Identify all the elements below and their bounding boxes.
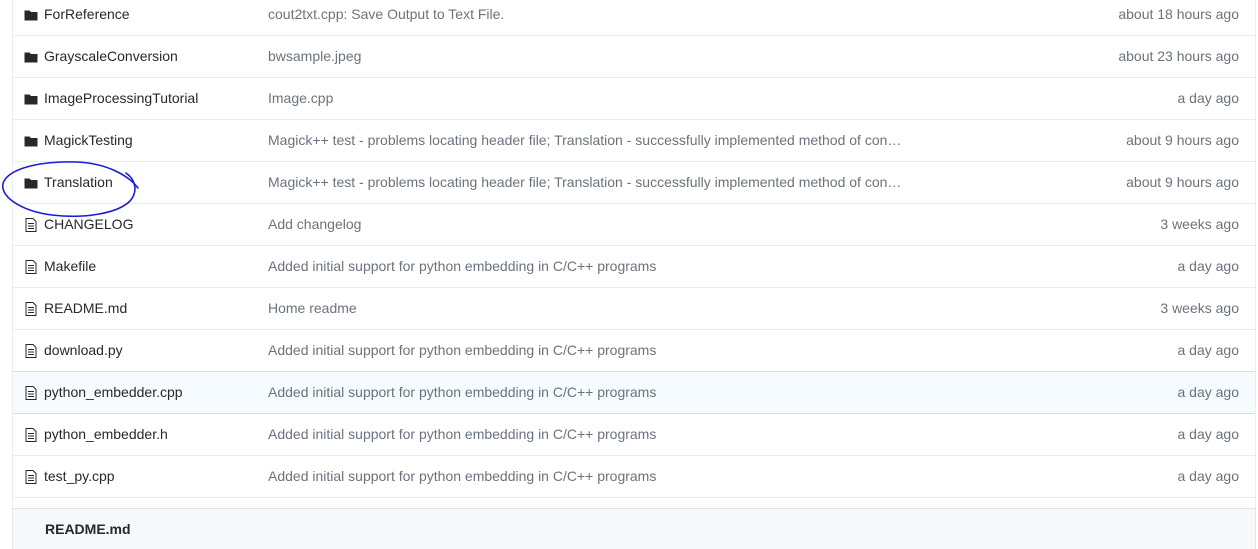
file-row[interactable]: README.md Home readme 3 weeks ago — [13, 287, 1255, 329]
file-link[interactable]: python_embedder.h — [44, 426, 168, 442]
folder-row[interactable]: Translation Magick++ test - problems loca… — [13, 161, 1255, 203]
folder-row[interactable]: ImageProcessingTutorial Image.cpp a day ag… — [13, 77, 1255, 119]
commit-message-link[interactable]: Magick++ test - problems locating header… — [268, 174, 908, 190]
commit-age: 3 weeks ago — [1160, 216, 1239, 232]
commit-age: about 18 hours ago — [1118, 6, 1239, 22]
file-icon — [24, 260, 38, 274]
folder-icon — [24, 176, 38, 190]
commit-age: about 9 hours ago — [1126, 174, 1239, 190]
file-link[interactable]: test_py.cpp — [44, 468, 115, 484]
folder-row[interactable]: MagickTesting Magick++ test - problems lo… — [13, 119, 1255, 161]
file-row[interactable]: download.py Added initial support for pyt… — [13, 329, 1255, 371]
commit-message-link[interactable]: cout2txt.cpp: Save Output to Text File. — [268, 6, 504, 22]
commit-message-link[interactable]: Added initial support for python embeddi… — [268, 426, 656, 442]
commit-age: a day ago — [1177, 384, 1240, 400]
readme-title: README.md — [45, 521, 131, 537]
readme-header: README.md — [12, 508, 1256, 549]
file-icon — [24, 218, 38, 232]
file-list-table: ForReference cout2txt.cpp: Save Output to… — [12, 0, 1256, 508]
commit-age: a day ago — [1177, 90, 1240, 106]
file-link[interactable]: README.md — [44, 300, 127, 316]
file-icon — [24, 302, 38, 316]
folder-link[interactable]: Translation — [44, 174, 113, 190]
file-row[interactable]: python_embedder.h Added initial support f… — [13, 413, 1255, 455]
commit-age: about 9 hours ago — [1126, 132, 1239, 148]
commit-age: a day ago — [1177, 468, 1240, 484]
file-link[interactable]: python_embedder.cpp — [44, 384, 183, 400]
folder-row[interactable]: ForReference cout2txt.cpp: Save Output to… — [13, 0, 1255, 35]
file-row[interactable]: python_embedder.cpp Added initial support… — [13, 371, 1255, 413]
commit-message-link[interactable]: Added initial support for python embeddi… — [268, 258, 656, 274]
commit-message-link[interactable]: bwsample.jpeg — [268, 48, 361, 64]
folder-row[interactable]: GrayscaleConversion bwsample.jpeg about 23… — [13, 35, 1255, 77]
folder-icon — [24, 134, 38, 148]
commit-message-link[interactable]: Home readme — [268, 300, 357, 316]
file-icon — [24, 344, 38, 358]
folder-link[interactable]: ForReference — [44, 6, 130, 22]
commit-message-link[interactable]: Added initial support for python embeddi… — [268, 342, 656, 358]
file-row[interactable]: CHANGELOG Add changelog 3 weeks ago — [13, 203, 1255, 245]
folder-link[interactable]: ImageProcessingTutorial — [44, 90, 198, 106]
commit-message-link[interactable]: Added initial support for python embeddi… — [268, 468, 656, 484]
folder-icon — [24, 92, 38, 106]
file-row[interactable]: Makefile Added initial support for python… — [13, 245, 1255, 287]
commit-age: about 23 hours ago — [1118, 48, 1239, 64]
file-icon — [24, 470, 38, 484]
commit-message-link[interactable]: Magick++ test - problems locating header… — [268, 132, 908, 148]
file-row[interactable]: test_py.cpp Added initial support for pyt… — [13, 455, 1255, 497]
file-icon — [24, 386, 38, 400]
folder-link[interactable]: GrayscaleConversion — [44, 48, 178, 64]
table-bottom-border — [13, 497, 1255, 508]
file-link[interactable]: CHANGELOG — [44, 216, 133, 232]
commit-age: 3 weeks ago — [1160, 300, 1239, 316]
commit-message-link[interactable]: Add changelog — [268, 216, 361, 232]
commit-age: a day ago — [1177, 258, 1240, 274]
commit-message-link[interactable]: Added initial support for python embeddi… — [268, 384, 656, 400]
commit-message-link[interactable]: Image.cpp — [268, 90, 333, 106]
file-link[interactable]: download.py — [44, 342, 123, 358]
file-link[interactable]: Makefile — [44, 258, 96, 274]
folder-icon — [24, 50, 38, 64]
commit-age: a day ago — [1177, 426, 1240, 442]
file-icon — [24, 428, 38, 442]
folder-link[interactable]: MagickTesting — [44, 132, 133, 148]
commit-age: a day ago — [1177, 342, 1240, 358]
folder-icon — [24, 8, 38, 22]
